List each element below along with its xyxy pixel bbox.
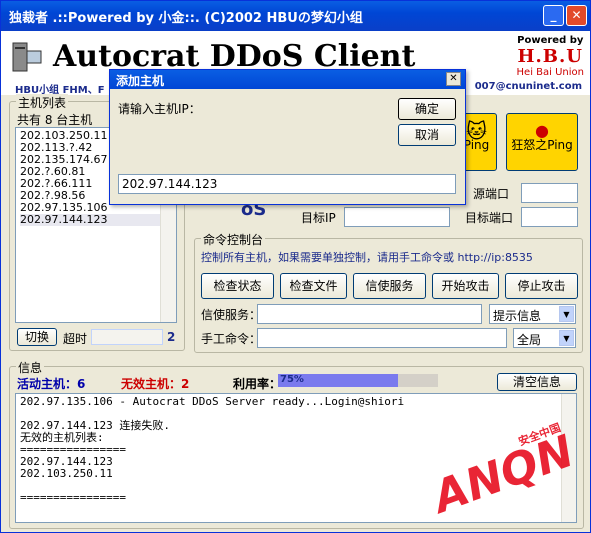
usage-bar: 75% [278,374,438,387]
command-hint: 控制所有主机，如果需要单独控制，请用手工命令或 http://ip:8535 [201,251,533,264]
host-count: 共有 8 台主机 [17,113,93,127]
invalid-hosts: 无效主机：2 [121,375,189,392]
hostlist-label: 主机列表 [16,94,69,111]
target-ip-input[interactable] [344,207,450,227]
check-file-button[interactable]: 检查文件 [280,273,347,299]
switch-button[interactable]: 切换 [17,328,57,346]
hbu-logo: Powered by H.B.U Hei Bai Union [517,35,584,78]
angry-icon: ● [535,121,549,140]
active-hosts: 活动主机：6 [17,375,85,392]
start-attack-button[interactable]: 开始攻击 [432,273,499,299]
dialog-cancel-button[interactable]: 取消 [398,124,456,146]
chevron-down-icon[interactable]: ▼ [559,306,574,322]
target-port-label: 目标端口 [465,211,514,225]
active-count: 6 [77,377,86,391]
invalid-count: 2 [181,377,190,391]
dialog-close-icon[interactable]: ✕ [446,72,461,86]
window-title: 独裁者 .::Powered by 小金::. (C)2002 HBUの梦幻小组 [9,11,363,26]
messenger-label: 信使服务： [201,308,262,322]
target-port-input[interactable] [521,207,578,227]
timeout-label: 超时 [63,332,88,346]
main-window: 独裁者 .::Powered by 小金::. (C)2002 HBUの梦幻小组… [0,0,591,533]
close-button[interactable]: ✕ [566,5,587,26]
page-number: 2 [167,330,176,344]
title-bar[interactable]: 独裁者 .::Powered by 小金::. (C)2002 HBUの梦幻小组… [1,1,590,31]
dialog-title[interactable]: 添加主机 [110,70,465,89]
add-host-dialog: 添加主机 ✕ 请输入主机IP： 确定 取消 202.97.144.123 [109,69,466,205]
active-label: 活动主机： [17,377,78,391]
invalid-label: 无效主机： [121,377,182,391]
messenger-select[interactable]: 提示信息 ▼ [489,304,576,324]
dialog-ip-input[interactable]: 202.97.144.123 [118,174,456,194]
clear-info-button[interactable]: 清空信息 [497,373,577,391]
brand-text: H.B.U [517,46,583,67]
rage-ping-label: 狂怒之Ping [511,138,573,152]
manual-select-value: 全局 [517,333,542,347]
dialog-ok-button[interactable]: 确定 [398,98,456,120]
host-list-item[interactable]: 202.97.144.123 [20,214,172,226]
powered-text: Powered by [517,35,584,46]
minimize-button[interactable]: _ [543,5,564,26]
check-status-button[interactable]: 检查状态 [201,273,274,299]
command-label: 命令控制台 [201,231,266,248]
dialog-prompt: 请输入主机IP： [118,102,201,116]
timeout-scroll[interactable] [91,329,163,345]
rage-ping-button[interactable]: ● 狂怒之Ping [506,113,578,171]
stop-attack-button[interactable]: 停止攻击 [505,273,578,299]
info-label: 信息 [16,359,45,376]
messenger-input[interactable] [257,304,482,324]
usage-label: 利用率： [233,377,282,391]
target-ip-label: 目标IP [301,211,336,225]
manual-label: 手工命令： [201,332,262,346]
usage-fill: 75% [278,374,398,387]
src-port-input[interactable] [521,183,578,203]
messenger-button[interactable]: 信使服务 [353,273,426,299]
ping-label: Ping [463,138,490,152]
manual-select[interactable]: 全局 ▼ [513,328,576,348]
src-port-label: 源端口 [473,187,510,201]
messenger-select-value: 提示信息 [493,309,542,323]
chevron-down-icon[interactable]: ▼ [559,330,574,346]
manual-input[interactable] [257,328,507,348]
usage-value: 75% [280,374,304,385]
computer-icon [12,42,42,72]
brand-sub: Hei Bai Union [516,67,584,78]
email-text: 007@cnuninet.com [474,81,582,92]
